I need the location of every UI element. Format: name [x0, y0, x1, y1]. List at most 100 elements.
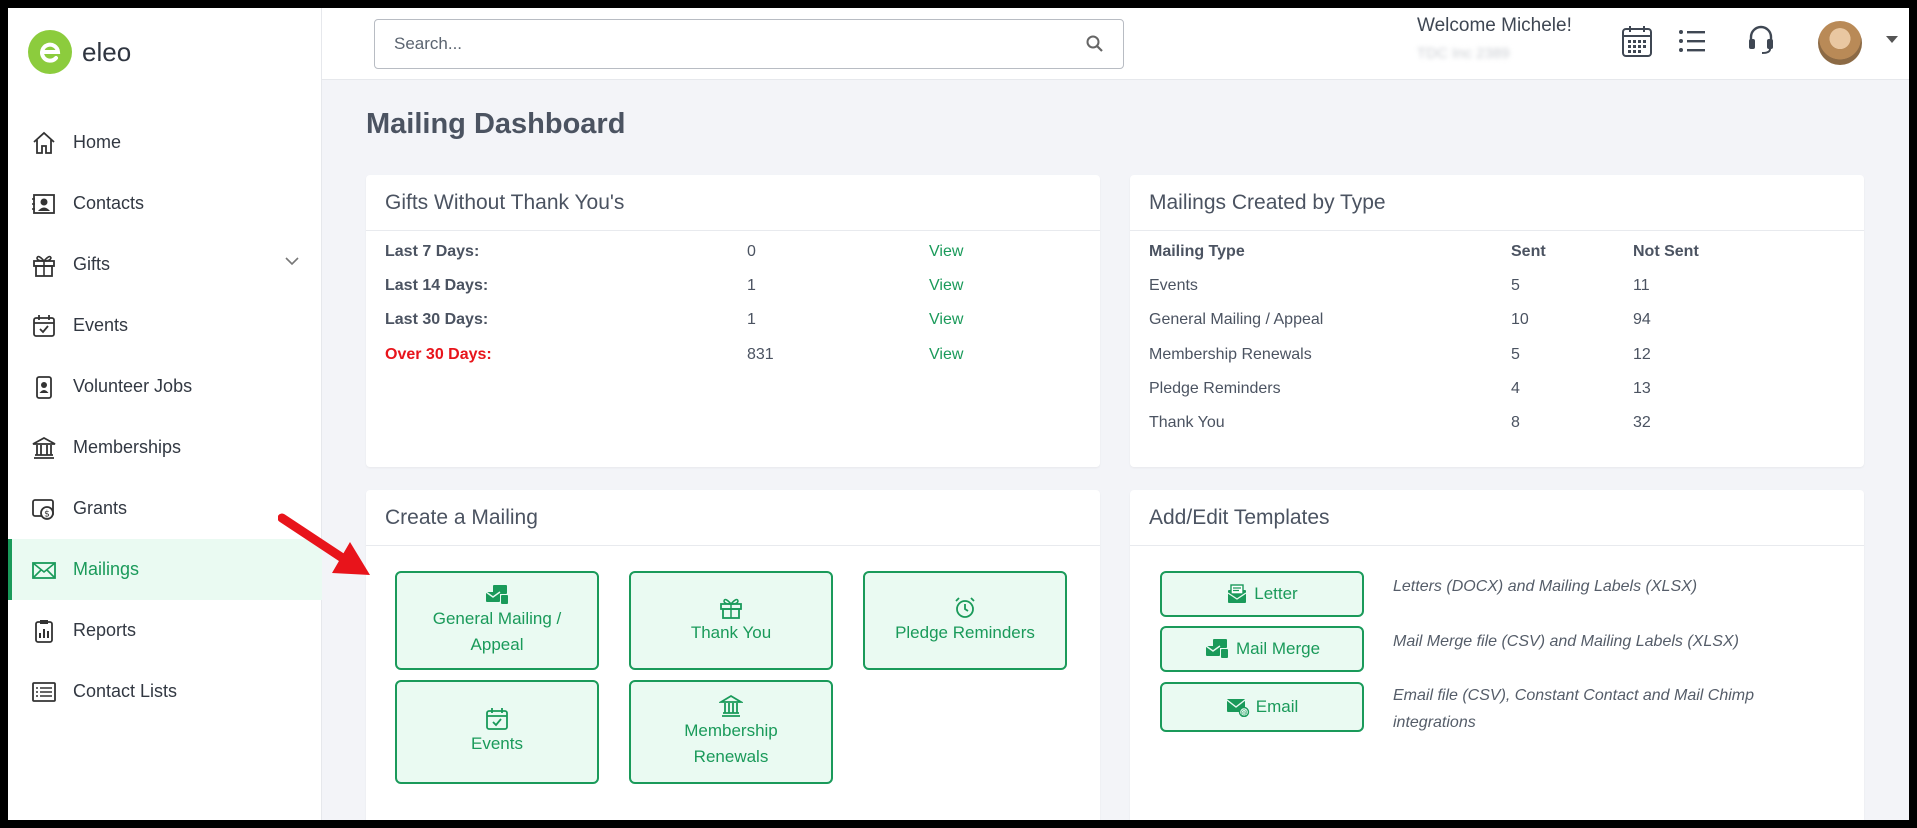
not-sent-count: 13: [1633, 380, 1651, 397]
gift-icon: [720, 598, 742, 619]
button-label: Thank You: [690, 622, 772, 642]
sidebar-item-gifts[interactable]: Gifts: [8, 234, 322, 295]
sidebar-item-grants[interactable]: $ Grants: [8, 478, 322, 539]
view-link[interactable]: View: [929, 311, 963, 329]
table-header-row: Mailing Type Sent Not Sent: [1149, 243, 1849, 261]
gift-icon: [29, 250, 59, 280]
gift-row: Over 30 Days: 831 View: [385, 346, 1085, 364]
sidebar-item-contact-lists[interactable]: Contact Lists: [8, 661, 322, 722]
svg-text:@: @: [1240, 709, 1247, 717]
mailing-type: General Mailing / Appeal: [1149, 311, 1324, 328]
column-header: Not Sent: [1633, 243, 1699, 260]
button-label-line1: Membership: [684, 721, 778, 740]
sent-count: 10: [1511, 311, 1529, 328]
welcome-message: Welcome Michele!: [1417, 15, 1572, 36]
organization-subtext: TDC Inc 2389: [1417, 45, 1510, 62]
mail-bulk-icon: [485, 584, 508, 604]
period-label: Last 14 Days:: [385, 277, 489, 294]
page-title: Mailing Dashboard: [366, 108, 626, 140]
card-title: Add/Edit Templates: [1130, 490, 1864, 546]
mailings-by-type-card: Mailings Created by Type Mailing Type Se…: [1130, 175, 1864, 467]
grants-icon: $: [29, 494, 59, 524]
column-header: Sent: [1511, 243, 1546, 260]
sent-count: 4: [1511, 380, 1520, 397]
sidebar-item-volunteer-jobs[interactable]: Volunteer Jobs: [8, 356, 322, 417]
table-row: Pledge Reminders 4 13: [1149, 380, 1849, 398]
templates-card: Add/Edit Templates Letter Letters (DOCX)…: [1130, 490, 1864, 820]
view-link[interactable]: View: [929, 346, 963, 364]
institution-icon: [719, 694, 743, 717]
card-title: Create a Mailing: [366, 490, 1100, 546]
search-input[interactable]: [375, 20, 1055, 68]
period-label: Last 30 Days:: [385, 311, 489, 328]
alarm-clock-icon: [955, 596, 975, 618]
sidebar-item-label: Home: [73, 132, 122, 152]
mail-bulk-icon: [1205, 639, 1228, 658]
sidebar-item-label: Grants: [73, 498, 128, 518]
sidebar-item-events[interactable]: Events: [8, 295, 322, 356]
table-row: Events 5 11: [1149, 277, 1849, 295]
sidebar-item-label: Events: [73, 315, 129, 335]
sidebar-item-label: Volunteer Jobs: [73, 376, 193, 396]
top-header: Welcome Michele! TDC Inc 2389: [322, 8, 1909, 80]
button-label-line2: Appeal: [470, 634, 524, 654]
table-row: General Mailing / Appeal 10 94: [1149, 311, 1849, 329]
view-link[interactable]: View: [929, 243, 963, 261]
mail-merge-template-button[interactable]: Mail Merge: [1160, 626, 1364, 672]
avatar[interactable]: [1818, 21, 1862, 65]
template-description: Email file (CSV), Constant Contact and M…: [1393, 687, 1755, 731]
table-row: Thank You 8 32: [1149, 414, 1849, 432]
sent-count: 8: [1511, 414, 1520, 431]
logo[interactable]: eleo: [28, 30, 131, 74]
view-link[interactable]: View: [929, 277, 963, 295]
sent-count: 5: [1511, 346, 1520, 363]
search-icon[interactable]: [1085, 34, 1105, 54]
membership-renewals-button[interactable]: Membership Renewals: [629, 680, 833, 784]
sidebar-item-label: Mailings: [73, 559, 140, 579]
letter-template-button[interactable]: Letter: [1160, 571, 1364, 617]
report-icon: [29, 616, 59, 646]
not-sent-count: 32: [1633, 414, 1651, 431]
gift-count: 0: [747, 243, 756, 260]
logo-text: eleo: [82, 36, 132, 67]
gift-count: 1: [747, 311, 756, 328]
app-window: eleo Home Contacts Gifts Events Voluntee…: [8, 8, 1909, 820]
mailing-type: Pledge Reminders: [1149, 380, 1281, 397]
not-sent-count: 94: [1633, 311, 1651, 328]
sidebar-item-label: Contacts: [73, 193, 145, 213]
gift-count: 831: [747, 346, 774, 363]
thank-you-button[interactable]: Thank You: [629, 571, 833, 670]
search-box: [374, 19, 1124, 69]
card-title: Mailings Created by Type: [1130, 175, 1864, 231]
task-list-icon[interactable]: [1678, 28, 1706, 54]
sidebar-item-contacts[interactable]: Contacts: [8, 173, 322, 234]
calendar-icon[interactable]: [1621, 24, 1653, 58]
gift-row: Last 30 Days: 1 View: [385, 311, 1085, 329]
mailing-type: Thank You: [1149, 414, 1225, 431]
chevron-down-icon[interactable]: [284, 256, 300, 266]
list-icon: [29, 677, 59, 707]
gifts-without-thankyou-card: Gifts Without Thank You's Last 7 Days: 0…: [366, 175, 1100, 467]
calendar-check-icon: [29, 311, 59, 341]
svg-text:$: $: [44, 509, 50, 519]
sidebar-item-mailings[interactable]: Mailings: [8, 539, 322, 600]
user-menu-caret-icon[interactable]: [1886, 36, 1898, 43]
institution-icon: [29, 433, 59, 463]
email-template-button[interactable]: @ Email: [1160, 682, 1364, 732]
button-label-line2: Renewals: [693, 747, 769, 766]
sidebar-item-reports[interactable]: Reports: [8, 600, 322, 661]
events-button[interactable]: Events: [395, 680, 599, 784]
column-header: Mailing Type: [1149, 243, 1245, 260]
pledge-reminders-button[interactable]: Pledge Reminders: [863, 571, 1067, 670]
sidebar: eleo Home Contacts Gifts Events Voluntee…: [8, 8, 322, 820]
button-label-line1: General Mailing /: [432, 608, 562, 628]
table-row: Membership Renewals 5 12: [1149, 346, 1849, 364]
eleo-logo-icon: [28, 30, 72, 74]
template-description: Mail Merge file (CSV) and Mailing Labels…: [1393, 633, 1739, 650]
support-headset-icon[interactable]: [1746, 24, 1776, 56]
sidebar-item-memberships[interactable]: Memberships: [8, 417, 322, 478]
envelope-icon: [29, 555, 59, 585]
general-mailing-appeal-button[interactable]: General Mailing / Appeal: [395, 571, 599, 670]
card-title: Gifts Without Thank You's: [366, 175, 1100, 231]
sidebar-item-home[interactable]: Home: [8, 112, 322, 173]
